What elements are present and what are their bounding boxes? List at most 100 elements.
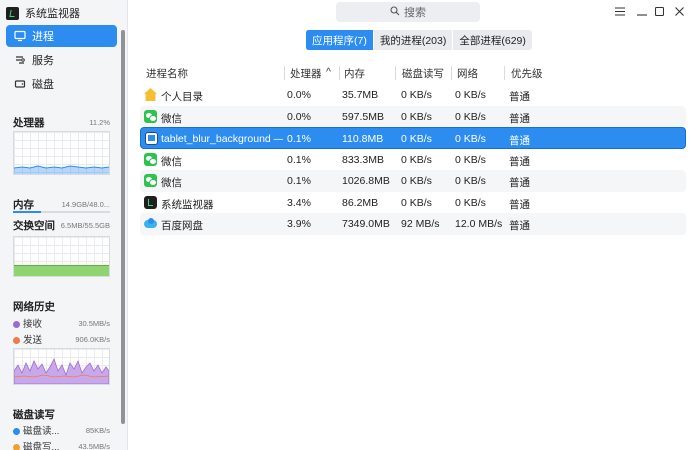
process-disk: 0 KB/s <box>401 175 432 187</box>
process-network: 0 KB/s <box>455 110 486 123</box>
network-graph <box>13 348 110 385</box>
disk-read: 磁盘读... 85KB/s <box>13 423 110 437</box>
disk-read-legend-icon <box>13 428 20 435</box>
memory-value: 14.9GB/48.0... <box>61 200 110 209</box>
process-network: 0 KB/s <box>455 196 486 209</box>
disk-io-title: 磁盘读写 <box>13 409 55 421</box>
swap-title: 交换空间 <box>13 220 55 232</box>
process-cpu: 3.4% <box>287 196 311 209</box>
process-network: 0 KB/s <box>455 175 486 187</box>
send-legend-icon <box>13 337 20 344</box>
wechat-icon <box>144 152 157 166</box>
process-network: 0 KB/s <box>455 153 486 166</box>
process-cpu: 0.1% <box>287 175 311 187</box>
process-cpu: 0.1% <box>287 153 311 166</box>
process-memory: 86.2MB <box>342 196 379 209</box>
process-name: 微信 <box>161 155 182 168</box>
disk-write-value: 43.5MB/s <box>78 441 110 450</box>
send-label: 发送 <box>23 335 43 346</box>
swap-summary: 交换空间 6.5MB/55.5GB <box>13 218 110 233</box>
search-input[interactable]: 搜索 <box>336 2 480 22</box>
process-network: 12.0 MB/s <box>455 218 503 230</box>
tab-all-processes[interactable]: 全部进程(629) <box>452 30 532 50</box>
sidebar-item-process[interactable]: 进程 <box>6 25 117 47</box>
close-button[interactable] <box>671 4 687 20</box>
cpu-graph <box>13 131 110 175</box>
sidebar-item-disk[interactable]: 磁盘 <box>6 73 117 95</box>
process-name: 微信 <box>161 177 182 189</box>
network-title: 网络历史 <box>13 301 55 313</box>
process-memory: 7349.0MB <box>342 218 390 230</box>
header-memory[interactable]: 内存 <box>344 66 365 81</box>
menu-icon <box>615 5 625 19</box>
network-graph-area <box>14 357 109 384</box>
table-row[interactable]: 微信 0.1% 1026.8MB 0 KB/s 0 KB/s 普通 <box>140 170 686 192</box>
process-memory: 35.7MB <box>342 89 379 101</box>
process-priority: 普通 <box>509 155 530 168</box>
process-priority: 普通 <box>509 135 530 147</box>
sidebar-scrollbar[interactable] <box>121 30 125 424</box>
tab-applications[interactable]: 应用程序(7) <box>305 30 373 50</box>
process-name: 系统监视器 <box>161 198 214 211</box>
process-table: 进程名称 处理器 ^ 内存 磁盘读写 网络 优先级 个人目录 0.0% 35.7… <box>140 62 686 235</box>
process-cpu: 3.9% <box>287 218 311 230</box>
send-value: 906.0KB/s <box>75 334 110 344</box>
menu-button[interactable] <box>612 4 628 20</box>
header-cpu[interactable]: 处理器 <box>290 66 322 81</box>
system-monitor-icon <box>144 195 157 209</box>
tab-my-processes[interactable]: 我的进程(203) <box>372 30 453 50</box>
wechat-icon <box>144 174 157 187</box>
table-row[interactable]: 微信 0.0% 597.5MB 0 KB/s 0 KB/s 普通 <box>140 105 686 127</box>
minimize-button[interactable] <box>634 4 650 20</box>
process-network: 0 KB/s <box>455 133 486 145</box>
process-disk: 92 MB/s <box>401 218 440 230</box>
process-network: 0 KB/s <box>455 89 486 101</box>
app-header: 系统监视器 <box>6 4 80 22</box>
network-send: 发送 906.0KB/s <box>13 332 110 346</box>
disk-write: 磁盘写... 43.5MB/s <box>13 439 110 450</box>
sidebar-item-service[interactable]: 服务 <box>6 49 117 71</box>
process-disk: 0 KB/s <box>401 110 432 123</box>
process-filter-tabs: 应用程序(7) 我的进程(203) 全部进程(629) <box>305 30 532 50</box>
disk-write-legend-icon <box>13 444 20 450</box>
network-receive: 接收 30.5MB/s <box>13 316 110 330</box>
disk-read-label: 磁盘读... <box>23 426 60 437</box>
table-row[interactable]: 百度网盘 3.9% 7349.0MB 92 MB/s 12.0 MB/s 普通 <box>140 213 686 235</box>
process-name: tablet_blur_background — ... <box>161 133 283 145</box>
memory-summary: 内存 14.9GB/48.0... <box>13 197 110 212</box>
process-disk: 0 KB/s <box>401 153 432 166</box>
disk-read-value: 85KB/s <box>85 425 110 435</box>
receive-label: 接收 <box>23 319 43 330</box>
search-icon <box>390 5 400 19</box>
table-row[interactable]: 个人目录 0.0% 35.7MB 0 KB/s 0 KB/s 普通 <box>140 84 686 106</box>
swap-graph <box>13 236 110 277</box>
sidebar-nav: 进程 服务 磁盘 <box>6 25 117 97</box>
process-name: 微信 <box>161 112 182 125</box>
table-row-selected[interactable]: tablet_blur_background — ... 0.1% 110.8M… <box>140 127 686 149</box>
close-icon <box>674 5 684 19</box>
process-disk: 0 KB/s <box>401 89 432 101</box>
process-cpu: 0.0% <box>287 89 311 101</box>
process-memory: 833.3MB <box>342 153 385 166</box>
process-icon <box>14 30 26 42</box>
process-name: 个人目录 <box>161 91 203 103</box>
process-cpu: 0.0% <box>287 110 311 123</box>
maximize-icon <box>654 5 664 19</box>
search-placeholder: 搜索 <box>404 7 426 19</box>
service-icon <box>14 54 26 66</box>
table-row[interactable]: 系统监视器 3.4% 86.2MB 0 KB/s 0 KB/s 普通 <box>140 192 686 214</box>
process-name: 百度网盘 <box>161 220 203 232</box>
header-disk[interactable]: 磁盘读写 <box>402 66 444 81</box>
header-network[interactable]: 网络 <box>457 66 478 81</box>
sidebar-item-label: 服务 <box>32 55 54 67</box>
receive-value: 30.5MB/s <box>78 318 110 328</box>
sidebar: 系统监视器 进程 服务 磁盘 处理器 11.2% 内存 14.9GB/48.0.… <box>0 0 128 450</box>
tablet-icon <box>145 132 158 145</box>
cpu-value: 11.2% <box>89 118 110 127</box>
maximize-button[interactable] <box>651 4 667 20</box>
header-priority[interactable]: 优先级 <box>511 66 543 81</box>
header-name[interactable]: 进程名称 <box>146 66 188 81</box>
swap-graph-fill <box>14 265 109 276</box>
table-row[interactable]: 微信 0.1% 833.3MB 0 KB/s 0 KB/s 普通 <box>140 149 686 171</box>
process-priority: 普通 <box>509 198 530 211</box>
